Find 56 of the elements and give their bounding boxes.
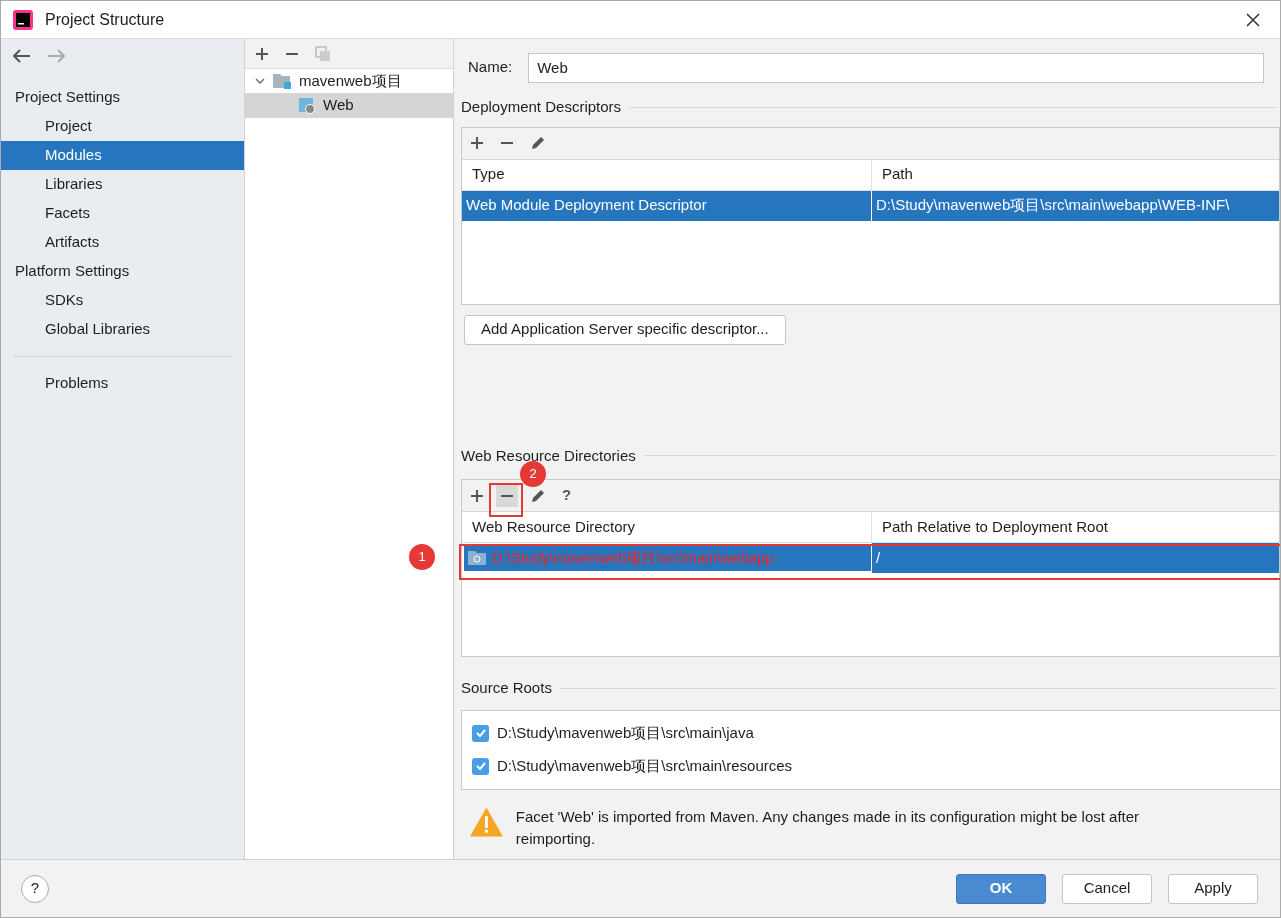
dialog-button[interactable]: OK (956, 873, 1046, 904)
source-root-path: D:\Study\mavenweb项目\src\main\java (497, 722, 754, 743)
app-logo-icon (13, 9, 33, 30)
table-row[interactable]: D:\Study\mavenweb项目\src\main\webapp / (462, 543, 1279, 573)
folder-icon (273, 73, 291, 89)
dialog-button[interactable]: Apply (1168, 873, 1258, 904)
sidebar-item[interactable]: Global Libraries (1, 315, 244, 344)
sidebar-item[interactable]: Libraries (1, 170, 244, 199)
edit-icon[interactable] (530, 135, 546, 151)
name-field[interactable]: Web (528, 52, 1264, 83)
checkmark-icon (474, 727, 487, 739)
add-descriptor-button[interactable]: Add Application Server specific descriptor... (464, 314, 786, 345)
section-title: Deployment Descriptors (461, 97, 622, 117)
sidebar-item[interactable]: Problems (1, 369, 244, 398)
field-label: Name: (468, 57, 513, 78)
column-header: Web Resource Directory (462, 512, 872, 542)
table-cell: Web Module Deployment Descriptor (462, 190, 872, 221)
checkmark-icon (474, 760, 487, 772)
table-cell-text: / (875, 547, 882, 568)
chevron-icon[interactable] (255, 76, 265, 86)
help-button[interactable]: ? (21, 874, 49, 903)
sidebar-item[interactable]: Artifacts (1, 228, 244, 257)
add-icon[interactable] (255, 46, 269, 61)
section-title: Source Roots (461, 678, 552, 698)
sidebar-item[interactable]: SDKs (1, 286, 244, 315)
table-cell-text: D:\Study\mavenweb项目\src\main\webapp\WEB-INF\ (875, 195, 1231, 216)
column-header: Path Relative to Deployment Root (881, 516, 1109, 537)
annotation-badge: 2 (520, 461, 546, 487)
web-facet-icon (299, 97, 315, 114)
tree-label: mavenweb项目 (299, 70, 402, 91)
sidebar-item[interactable]: Facets (1, 199, 244, 228)
back-arrow-icon[interactable] (13, 49, 31, 63)
warning-message: Facet 'Web' is imported from Maven. Any changes made in its configuration might be lost after reimporting. (515, 806, 1141, 849)
sidebar-section-title: Project Settings (14, 87, 122, 108)
edit-icon[interactable] (530, 487, 546, 504)
help-button[interactable]: ? (562, 484, 572, 507)
checkbox[interactable] (472, 757, 489, 775)
add-icon[interactable] (470, 136, 484, 150)
column-header: Type (462, 159, 872, 190)
folder-icon (468, 551, 486, 565)
tree-item[interactable]: Web (245, 93, 453, 118)
sidebar-item[interactable]: Project (1, 112, 244, 141)
sidebar-section-title: Platform Settings (14, 261, 131, 282)
checkbox[interactable] (472, 724, 489, 742)
dialog-button[interactable]: Cancel (1062, 873, 1152, 904)
add-icon[interactable] (470, 488, 484, 503)
sidebar-item[interactable]: Modules (1, 141, 244, 170)
warning-icon (469, 805, 504, 838)
source-root-path: D:\Study\mavenweb项目\src\main\resources (497, 755, 793, 776)
window-title: Project Structure (45, 9, 166, 30)
column-header: Path (881, 164, 914, 185)
table-cell: D:\Study\mavenweb项目\src\main\webapp (462, 543, 872, 573)
table-row[interactable]: Web Module Deployment Descriptor D:\Study\mavenweb项目\src\main\webapp\WEB-INF\ (462, 190, 1279, 221)
highlight-frame (489, 483, 523, 517)
close-icon[interactable] (1246, 12, 1260, 27)
tree-item[interactable]: mavenweb项目 (245, 69, 453, 93)
